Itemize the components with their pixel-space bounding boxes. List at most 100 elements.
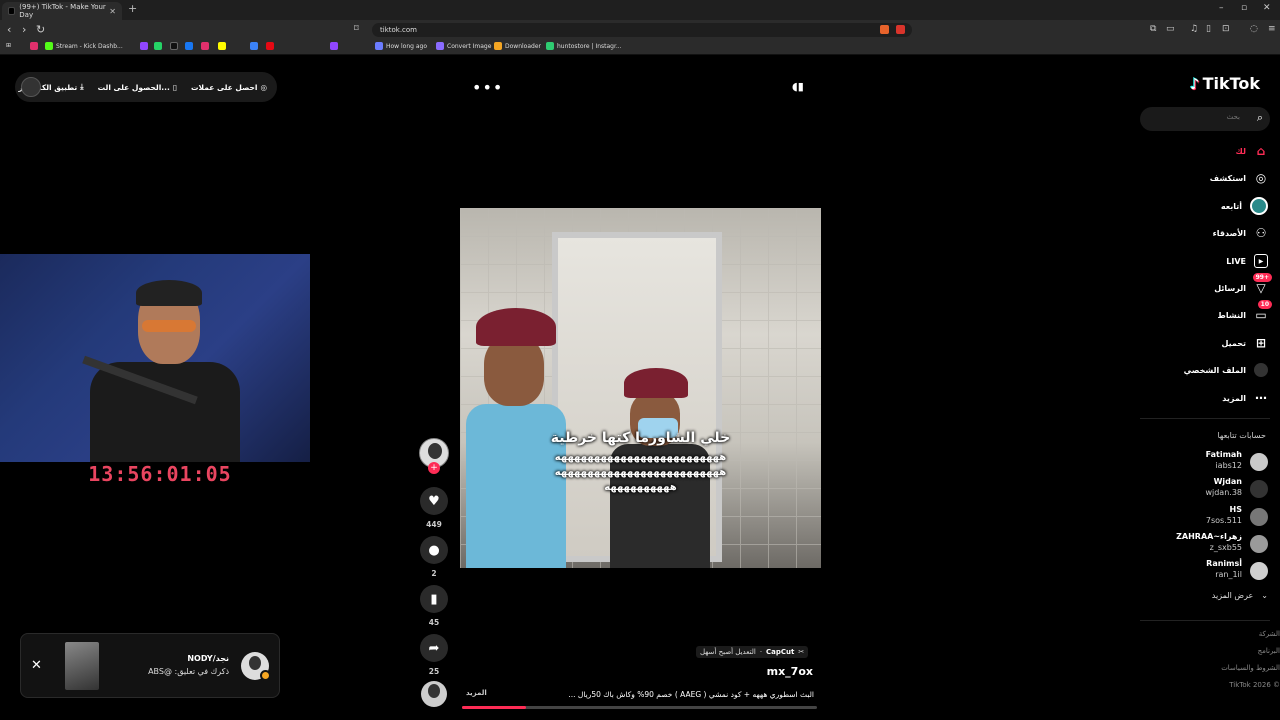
bookmark-item[interactable]: huntostore | Instagr... xyxy=(546,42,622,50)
media-icon[interactable]: ♫ xyxy=(1190,24,1198,34)
bookmark-item[interactable] xyxy=(266,42,277,50)
address-field[interactable]: tiktok.com xyxy=(372,23,912,37)
video-progress-bar[interactable] xyxy=(462,706,817,709)
bookmark-item[interactable] xyxy=(170,42,181,50)
instagram-icon xyxy=(546,42,554,50)
nav-following[interactable]: أتابعه xyxy=(1150,197,1268,215)
comment-button[interactable]: ● xyxy=(420,536,448,564)
footer-link-program[interactable]: البرنامج xyxy=(1150,647,1280,655)
minimize-icon[interactable]: – xyxy=(1219,3,1224,13)
bookmark-item[interactable]: How long ago xyxy=(375,42,427,50)
divider xyxy=(1140,418,1270,419)
save-button[interactable]: ▮ xyxy=(420,585,448,613)
nav-label: LIVE xyxy=(1226,256,1246,266)
nav-profile[interactable]: الملف الشخصي xyxy=(1150,361,1268,379)
volume-icon[interactable]: ◖▮ xyxy=(792,80,804,93)
maximize-icon[interactable]: ▫ xyxy=(1241,3,1247,13)
followed-account[interactable]: ZAHRAA~زهراء z_sxb55 xyxy=(1150,531,1268,557)
bookmark-item[interactable] xyxy=(30,42,41,50)
following-accounts-title: حسابات تتابعها xyxy=(1217,431,1266,440)
followed-account[interactable]: Wjdan wjdan.38 xyxy=(1150,476,1268,502)
upload-icon: ⊞ xyxy=(1255,336,1267,350)
nav-friends[interactable]: الأصدقاء ⚇ xyxy=(1150,224,1268,242)
close-icon[interactable]: ✕ xyxy=(31,658,42,673)
nav-more[interactable]: المزيد ⋯ xyxy=(1150,389,1268,407)
followed-account[interactable]: HS 7sos.511 xyxy=(1150,504,1268,530)
search-input[interactable]: بحث ⌕ xyxy=(1140,107,1270,131)
url-text: tiktok.com xyxy=(380,26,417,34)
notification-thumbnail[interactable] xyxy=(65,642,99,690)
brave-shield-icon[interactable] xyxy=(880,25,889,34)
activity-icon: ▭ 10 xyxy=(1254,300,1272,322)
see-more-accounts-button[interactable]: عرض المزيد ⌄ xyxy=(1150,591,1268,600)
see-more-button[interactable]: المزيد xyxy=(466,689,487,697)
forward-icon[interactable]: › xyxy=(22,23,26,36)
account-handle: iabs12 xyxy=(1215,461,1242,470)
share-button[interactable]: ➦ xyxy=(420,634,448,662)
live-icon: ▶ xyxy=(1254,254,1268,268)
logo-text: TikTok xyxy=(1202,74,1261,93)
reload-icon[interactable]: ↻ xyxy=(36,23,45,36)
notification-toast[interactable]: ✕ نجد/NODY ذكرك في تعليق: @ABS xyxy=(20,633,280,698)
video-player[interactable]: خلي الشاورما كتها خرطية هههههههههههههههه… xyxy=(460,208,821,568)
bookmark-item[interactable]: Stream - Kick Dashb... xyxy=(45,42,123,50)
capcut-tag[interactable]: ✂ CapCut · التعديل أصبح أسهل xyxy=(696,646,809,658)
profile-icon xyxy=(1254,363,1268,377)
download-icon: ⤓ xyxy=(80,82,84,91)
get-coins-button[interactable]: احصل على عملات ◎ xyxy=(191,83,267,92)
bookmark-item[interactable] xyxy=(185,42,196,50)
nav-live[interactable]: LIVE ▶ xyxy=(1150,252,1268,270)
kick-icon xyxy=(45,42,53,50)
avatar xyxy=(1250,480,1268,498)
extensions-icon[interactable]: ⧉ xyxy=(1150,24,1156,34)
bookmark-item[interactable]: Convert Image xyxy=(436,42,491,50)
bookmark-item[interactable] xyxy=(218,42,229,50)
bookmark-item[interactable] xyxy=(154,42,165,50)
footer-link-company[interactable]: الشركة xyxy=(1150,630,1280,638)
browser-tab[interactable]: (99+) TikTok - Make Your Day ✕ xyxy=(2,2,122,20)
nav-for-you[interactable]: لك ⌂ xyxy=(1150,142,1268,160)
nav-messages[interactable]: الرسائل ▽ 99+ xyxy=(1150,273,1272,297)
bookmark-page-icon[interactable]: ⌑ xyxy=(354,24,359,34)
video-author[interactable]: mx_7ox xyxy=(700,665,813,678)
brave-rewards-icon[interactable] xyxy=(896,25,905,34)
nav-activity[interactable]: النشاط ▭ 10 xyxy=(1150,300,1272,324)
get-app-button[interactable]: الحصول على الت... ▯ xyxy=(98,83,177,92)
bookmark-item[interactable]: Downloader xyxy=(494,42,541,50)
convert-icon xyxy=(436,42,444,50)
menu-icon[interactable]: ≡ xyxy=(1268,24,1276,34)
caption-line: ههههههههههه xyxy=(604,482,677,493)
footer-link-terms[interactable]: الشروط والسياسات xyxy=(1150,664,1280,672)
bookmark-item[interactable] xyxy=(140,42,151,50)
tiktok-logo[interactable]: ♪ TikTok xyxy=(1190,74,1260,93)
follow-plus-icon[interactable]: + xyxy=(428,462,440,474)
tab-title: (99+) TikTok - Make Your Day xyxy=(19,3,106,19)
search-icon[interactable]: ⌕ xyxy=(1257,111,1263,125)
back-icon[interactable]: ‹ xyxy=(7,23,11,36)
share-count: 25 xyxy=(428,667,440,676)
nav-upload[interactable]: تحميل ⊞ xyxy=(1150,334,1268,352)
like-button[interactable]: ♥ xyxy=(420,487,448,515)
nav-explore[interactable]: استكشف ◎ xyxy=(1150,169,1268,187)
wallet-icon[interactable]: ▯ xyxy=(1206,24,1211,34)
user-avatar[interactable] xyxy=(21,77,41,97)
more-options-icon[interactable]: ••• xyxy=(472,78,503,97)
vpn-icon[interactable]: ◌ xyxy=(1250,24,1258,34)
bookmark-item[interactable] xyxy=(201,42,212,50)
get-coins-label: احصل على عملات xyxy=(191,82,258,92)
bookmark-item[interactable] xyxy=(250,42,261,50)
sidebar-toggle-icon[interactable]: ▭ xyxy=(1166,24,1175,34)
tab-close-icon[interactable]: ✕ xyxy=(109,7,116,16)
followed-account[interactable]: Ranimsأ ran_1il xyxy=(1150,558,1268,584)
activity-badge: 10 xyxy=(1257,300,1272,309)
bookmark-item[interactable] xyxy=(330,42,341,50)
music-disc-avatar[interactable] xyxy=(421,681,447,707)
bookmark-label: Downloader xyxy=(505,42,541,50)
notification-title: نجد/NODY xyxy=(187,654,229,663)
window-close-icon[interactable]: ✕ xyxy=(1263,3,1271,13)
followed-account[interactable]: Fatimah iabs12 xyxy=(1150,449,1268,475)
tab-search-icon[interactable]: ⊡ xyxy=(1222,24,1230,34)
apps-icon[interactable]: ⊞ xyxy=(6,42,11,49)
new-tab-icon[interactable]: + xyxy=(128,2,137,15)
messages-icon: ▽ 99+ xyxy=(1252,273,1272,295)
